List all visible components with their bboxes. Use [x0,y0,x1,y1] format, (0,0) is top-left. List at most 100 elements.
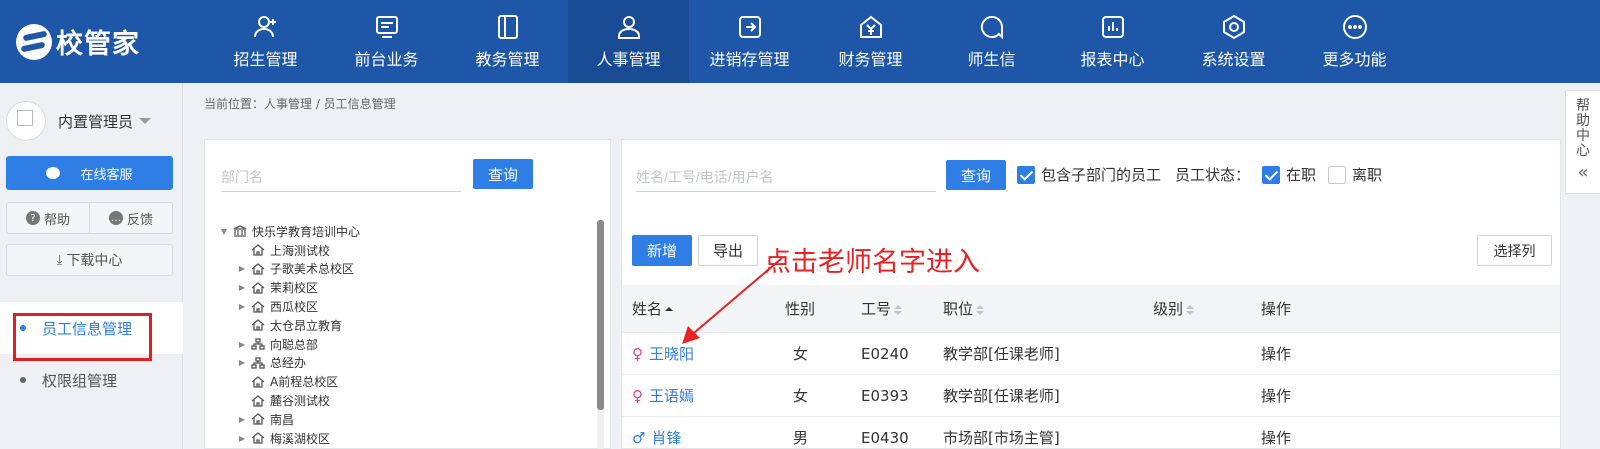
feedback-label: 反馈 [126,212,153,228]
org-icon [251,357,265,369]
expand-down-icon[interactable]: ▼ [219,227,229,236]
sidebar-item-label: 权限组管理 [42,371,118,390]
help-label: 帮助 [43,212,70,228]
help-tab-char: 帮 [1576,98,1590,114]
row-action-button[interactable]: 操作 [1261,343,1461,364]
person-icon [616,14,642,40]
cell-gender: 男 [793,429,809,447]
tree-node[interactable]: A前程总校区 [219,372,360,391]
nav-item-more[interactable]: 更多功能 [1294,0,1415,83]
sidebar-item-label: 员工信息管理 [42,319,133,338]
left-job-checkbox[interactable] [1328,165,1347,184]
on-job-checkbox[interactable] [1262,165,1281,184]
bullet-icon [20,325,26,331]
cell-number: E0430 [861,428,909,447]
annotation-text: 点击老师名字进入 [764,247,980,278]
tree-node[interactable]: ▶ 茉莉校区 [219,278,360,297]
house-icon [251,244,265,256]
row-action-button[interactable]: 操作 [1261,427,1461,448]
expand-right-icon[interactable]: ▶ [237,340,247,349]
scrollbar-thumb[interactable] [597,220,604,410]
sidebar-item-staff-info[interactable]: 员工信息管理 [0,302,183,354]
tree-node[interactable]: ▶ 梅溪湖校区 [219,429,360,448]
tree-node-label: 茉莉校区 [270,281,319,296]
nav-item-front-desk[interactable]: 前台业务 [326,0,447,83]
logo-mark-icon [16,23,52,60]
tree-node[interactable]: ▶ 总经办 [219,354,360,373]
download-icon: ⤓ [56,252,63,268]
online-service-button[interactable]: 在线客服 [6,156,173,190]
include-subdept-label: 包含子部门的员工 [1041,166,1162,184]
nav-item-label: 教务管理 [475,49,540,69]
nav-item-reports[interactable]: 报表中心 [1052,0,1173,83]
nav-item-label: 报表中心 [1080,49,1145,69]
help-center-tab[interactable]: 帮 助 中 心 « [1565,90,1600,194]
department-search-input[interactable] [221,162,461,192]
tree-node[interactable]: ▶ 西瓜校区 [219,297,360,316]
on-job-label: 在职 [1286,166,1317,184]
double-chevron-left-icon[interactable]: « [1577,164,1588,182]
bullet-icon [20,377,26,383]
ellipsis-icon: … [108,211,123,225]
nav-item-label: 人事管理 [596,49,661,69]
book-icon [495,14,521,40]
nav-item-hr[interactable]: 人事管理 [568,0,689,83]
tree-node[interactable]: ▼ 快乐学教育培训中心 [219,222,360,241]
tree-node[interactable]: ▶ 南昌 [219,410,360,429]
row-action-button[interactable]: 操作 [1261,385,1461,406]
tree-node[interactable]: 上海测试校 [219,241,360,260]
more-dots-icon [1342,14,1368,40]
select-columns-button[interactable]: 选择列 [1477,235,1552,266]
expand-right-icon[interactable]: ▶ [237,358,247,367]
staff-search-input[interactable] [636,162,936,192]
user-menu[interactable]: 内置管理员 [6,101,152,141]
nav-item-finance[interactable]: 财务管理 [810,0,931,83]
download-center-button[interactable]: ⤓ 下载中心 [6,244,173,276]
person-add-icon [253,14,279,40]
nav-item-settings[interactable]: 系统设置 [1173,0,1294,83]
yen-house-icon [858,14,884,40]
app-logo[interactable]: 校管家 [0,0,205,83]
department-panel: 查询 ▼ 快乐学教育培训中心上海测试校 ▶ 子歌美术总校区 ▶ 茉莉校区 ▶ 西瓜校区太仓昂立… [204,139,611,449]
header-gender: 性别 [785,300,816,318]
staff-name-link[interactable]: 王语嫣 [649,387,694,405]
feedback-button[interactable]: … 反馈 [89,203,172,233]
expand-right-icon[interactable]: ▶ [237,434,247,443]
table-row: ♀ 王语嫣 女 E0393 教学部[任课老师] 操作 [622,375,1560,417]
sidebar-item-permission-groups[interactable]: 权限组管理 [0,354,183,406]
expand-right-icon[interactable]: ▶ [237,283,247,292]
expand-right-icon[interactable]: ▶ [237,415,247,424]
export-box-icon [737,14,763,40]
nav-item-messages[interactable]: 师生信 [931,0,1052,83]
sort-icon [976,304,985,315]
tree-node[interactable]: ▶ 向聪总部 [219,335,360,354]
expand-right-icon[interactable]: ▶ [237,264,247,273]
nav-item-inventory[interactable]: 进销存管理 [689,0,810,83]
tree-scrollbar[interactable] [597,220,604,449]
nav-item-label: 前台业务 [354,49,419,69]
female-icon: ♀ [632,345,643,363]
breadcrumb: 当前位置：人事管理 / 员工信息管理 [204,97,396,111]
staff-query-button[interactable]: 查询 [946,160,1006,190]
avatar [6,101,46,141]
bar-report-icon [1100,14,1126,40]
nav-item-enrollment[interactable]: 招生管理 [205,0,326,83]
nav-item-academic[interactable]: 教务管理 [447,0,568,83]
staff-name-link[interactable]: 肖锋 [651,429,681,447]
download-center-label: 下载中心 [66,253,123,269]
female-icon: ♀ [632,387,643,405]
question-icon: ? [25,211,40,225]
header-position[interactable]: 职位 [943,298,1153,319]
tree-node[interactable]: ▶ 子歌美术总校区 [219,260,360,279]
table-row: ♂ 肖锋 男 E0430 市场部[市场主管] 操作 [622,417,1560,449]
house-icon [251,375,265,388]
header-action: 操作 [1261,300,1292,318]
tree-node[interactable]: 麓谷测试校 [219,391,360,410]
tree-node[interactable]: 太仓昂立教育 [219,316,360,335]
include-subdept-checkbox[interactable] [1017,165,1035,184]
header-level[interactable]: 级别 [1153,298,1261,319]
department-query-button[interactable]: 查询 [473,159,533,189]
header-number[interactable]: 工号 [861,298,943,319]
expand-right-icon[interactable]: ▶ [237,302,247,311]
help-button[interactable]: ? 帮助 [7,203,89,233]
